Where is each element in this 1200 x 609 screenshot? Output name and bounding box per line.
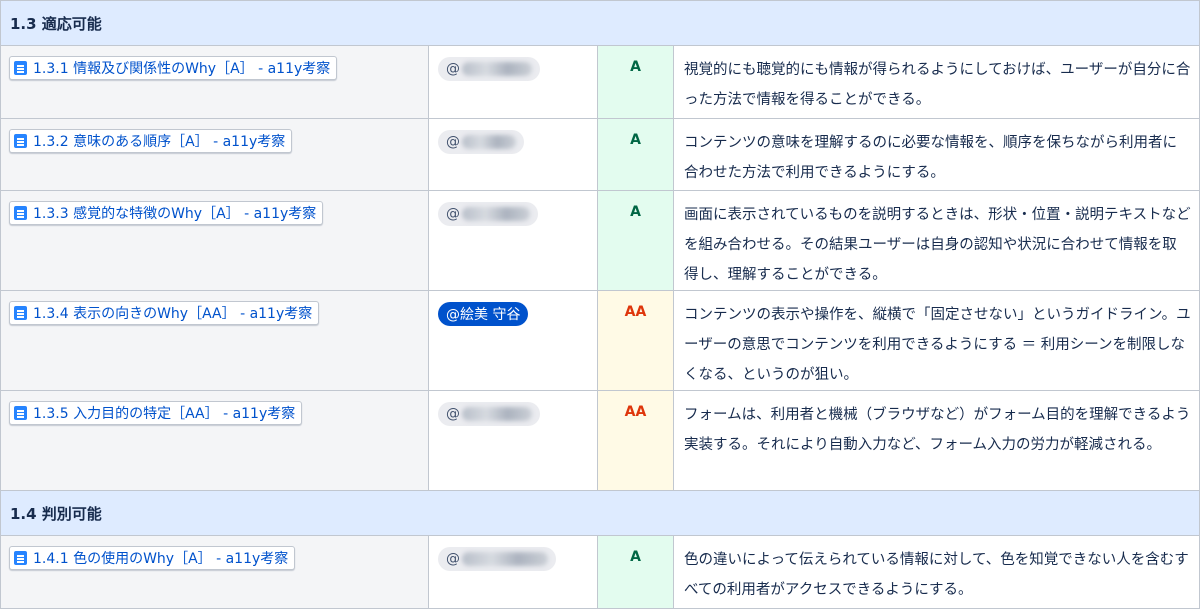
redacted-name bbox=[462, 135, 516, 149]
title-cell: 1.3.3 感覚的な特徴のWhy［A］ - a11y考察 bbox=[0, 190, 429, 291]
user-cell: @ bbox=[428, 390, 598, 491]
mention-text: @ bbox=[446, 551, 460, 567]
section-heading: 1.4 判別可能 bbox=[0, 490, 1200, 536]
page-link[interactable]: 1.3.5 入力目的の特定［AA］ - a11y考察 bbox=[9, 401, 303, 425]
self-mention[interactable]: @絵美 守谷 bbox=[438, 302, 529, 326]
a11y-guideline-table: 1.3 適応可能 1.3.1 情報及び関係性のWhy［A］ - a11y考察 @… bbox=[0, 0, 1200, 609]
table-row: 1.3.5 入力目的の特定［AA］ - a11y考察 @ AA フォームは、利用… bbox=[0, 390, 1200, 491]
mention-text: @ bbox=[446, 406, 460, 422]
user-cell: @ bbox=[428, 190, 598, 291]
table-row: 1.3.2 意味のある順序［A］ - a11y考察 @ A コンテンツの意味を理… bbox=[0, 118, 1200, 191]
level-cell: A bbox=[597, 535, 674, 609]
redacted-name bbox=[462, 552, 548, 566]
page-link[interactable]: 1.3.3 感覚的な特徴のWhy［A］ - a11y考察 bbox=[9, 201, 324, 225]
redacted-name bbox=[462, 62, 532, 76]
level-cell: AA bbox=[597, 390, 674, 491]
user-cell: @ bbox=[428, 535, 598, 609]
table-row: 1.3.3 感覚的な特徴のWhy［A］ - a11y考察 @ A 画面に表示され… bbox=[0, 190, 1200, 291]
page-link-label: 1.3.5 入力目的の特定［AA］ - a11y考察 bbox=[33, 406, 296, 422]
description-cell: コンテンツの表示や操作を、縦横で「固定させない」というガイドライン。ユーザーの意… bbox=[672, 290, 1200, 391]
description-cell: 画面に表示されているものを説明するときは、形状・位置・説明テキストなどを組み合わ… bbox=[672, 190, 1200, 291]
page-icon bbox=[14, 206, 27, 220]
user-cell: @ bbox=[428, 45, 598, 119]
user-mention[interactable]: @ bbox=[438, 402, 540, 426]
title-cell: 1.3.5 入力目的の特定［AA］ - a11y考察 bbox=[0, 390, 429, 491]
level-cell: AA bbox=[597, 290, 674, 391]
user-mention[interactable]: @ bbox=[438, 202, 538, 226]
user-mention[interactable]: @ bbox=[438, 130, 524, 154]
page-link-label: 1.3.2 意味のある順序［A］ - a11y考察 bbox=[33, 134, 286, 150]
page-link-label: 1.3.3 感覚的な特徴のWhy［A］ - a11y考察 bbox=[33, 206, 317, 222]
page-icon bbox=[14, 134, 27, 148]
title-cell: 1.3.2 意味のある順序［A］ - a11y考察 bbox=[0, 118, 429, 191]
section-header-row: 1.4 判別可能 bbox=[0, 490, 1200, 536]
user-mention[interactable]: @ bbox=[438, 57, 540, 81]
section-heading: 1.3 適応可能 bbox=[0, 0, 1200, 46]
section-header-row: 1.3 適応可能 bbox=[0, 0, 1200, 46]
table-row: 1.3.1 情報及び関係性のWhy［A］ - a11y考察 @ A 視覚的にも聴… bbox=[0, 45, 1200, 119]
page-icon bbox=[14, 61, 27, 75]
page-link[interactable]: 1.3.1 情報及び関係性のWhy［A］ - a11y考察 bbox=[9, 56, 338, 80]
page-icon bbox=[14, 406, 27, 420]
table-row: 1.4.1 色の使用のWhy［A］ - a11y考察 @ A 色の違いによって伝… bbox=[0, 535, 1200, 609]
table-row: 1.3.4 表示の向きのWhy［AA］ - a11y考察 @絵美 守谷 AA コ… bbox=[0, 290, 1200, 391]
title-cell: 1.3.1 情報及び関係性のWhy［A］ - a11y考察 bbox=[0, 45, 429, 119]
description-cell: 色の違いによって伝えられている情報に対して、色を知覚できない人を含むすべての利用… bbox=[672, 535, 1200, 609]
page-link-label: 1.3.4 表示の向きのWhy［AA］ - a11y考察 bbox=[33, 306, 313, 322]
description-cell: コンテンツの意味を理解するのに必要な情報を、順序を保ちながら利用者に合わせた方法… bbox=[672, 118, 1200, 191]
page-link[interactable]: 1.3.2 意味のある順序［A］ - a11y考察 bbox=[9, 129, 293, 153]
page-link-label: 1.4.1 色の使用のWhy［A］ - a11y考察 bbox=[33, 551, 289, 567]
title-cell: 1.4.1 色の使用のWhy［A］ - a11y考察 bbox=[0, 535, 429, 609]
mention-text: @ bbox=[446, 61, 460, 77]
redacted-name bbox=[462, 207, 530, 221]
page-link-label: 1.3.1 情報及び関係性のWhy［A］ - a11y考察 bbox=[33, 61, 331, 77]
level-cell: A bbox=[597, 45, 674, 119]
level-cell: A bbox=[597, 118, 674, 191]
redacted-name bbox=[462, 407, 532, 421]
description-cell: 視覚的にも聴覚的にも情報が得られるようにしておけば、ユーザーが自分に合った方法で… bbox=[672, 45, 1200, 119]
description-cell: フォームは、利用者と機械（ブラウザなど）がフォーム目的を理解できるよう実装する。… bbox=[672, 390, 1200, 491]
user-cell: @絵美 守谷 bbox=[428, 290, 598, 391]
title-cell: 1.3.4 表示の向きのWhy［AA］ - a11y考察 bbox=[0, 290, 429, 391]
page-icon bbox=[14, 306, 27, 320]
mention-text: @ bbox=[446, 206, 460, 222]
page-icon bbox=[14, 551, 27, 565]
page-link[interactable]: 1.3.4 表示の向きのWhy［AA］ - a11y考察 bbox=[9, 301, 320, 325]
mention-text: @ bbox=[446, 134, 460, 150]
level-cell: A bbox=[597, 190, 674, 291]
user-cell: @ bbox=[428, 118, 598, 191]
user-mention[interactable]: @ bbox=[438, 547, 556, 571]
page-link[interactable]: 1.4.1 色の使用のWhy［A］ - a11y考察 bbox=[9, 546, 296, 570]
